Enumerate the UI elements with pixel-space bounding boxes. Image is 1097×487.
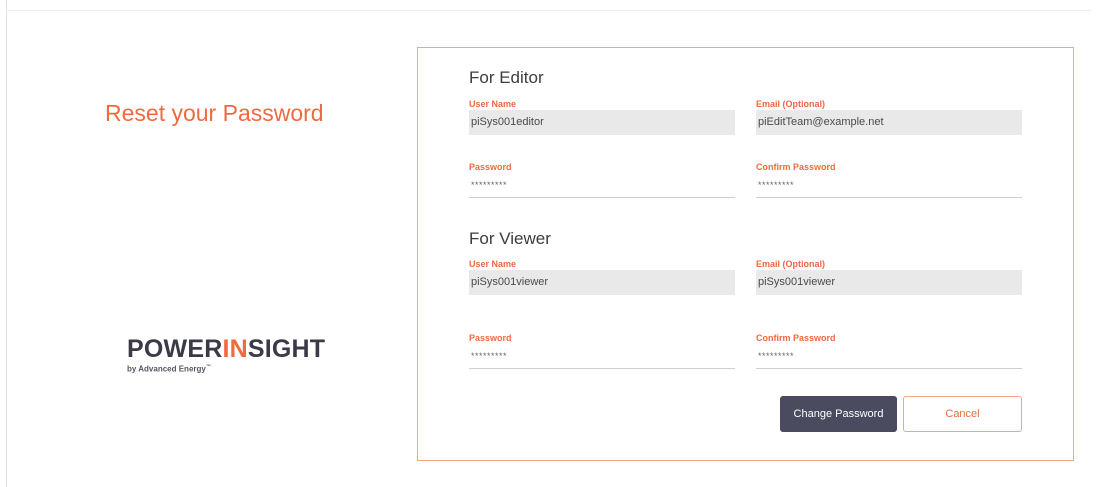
viewer-email-input[interactable]: piSys001viewer <box>756 270 1022 295</box>
editor-section-title: For Editor <box>469 68 544 87</box>
viewer-email-field: Email (Optional) piSys001viewer <box>756 259 1022 295</box>
logo-tagline: by Advanced Energy™ <box>127 364 325 374</box>
logo-tagline-text: by Advanced Energy <box>127 364 206 374</box>
editor-email-field: Email (Optional) piEditTeam@example.net <box>756 99 1022 135</box>
editor-password-field: Password ********* <box>469 162 735 198</box>
logo-part-power: POWER <box>127 335 223 363</box>
trademark-symbol: ™ <box>205 364 211 370</box>
page-frame-left <box>6 0 7 487</box>
viewer-password-field: Password ********* <box>469 333 735 369</box>
viewer-username-label: User Name <box>469 259 517 269</box>
viewer-username-input[interactable]: piSys001viewer <box>469 270 735 295</box>
change-password-button[interactable]: Change Password <box>780 396 897 432</box>
brand-logo: POWERINSIGHT by Advanced Energy™ <box>127 336 325 374</box>
editor-email-label: Email (Optional) <box>756 99 826 109</box>
logo-part-sight: SIGHT <box>247 335 326 363</box>
editor-password-input[interactable]: ********* <box>469 173 735 198</box>
editor-confirm-password-label: Confirm Password <box>756 162 836 172</box>
cancel-button[interactable]: Cancel <box>903 396 1022 432</box>
editor-username-input[interactable]: piSys001editor <box>469 110 735 135</box>
viewer-password-label: Password <box>469 333 512 343</box>
viewer-confirm-password-label: Confirm Password <box>756 333 836 343</box>
logo-part-in: IN <box>222 335 248 363</box>
viewer-confirm-password-field: Confirm Password ********* <box>756 333 1022 369</box>
page-frame-top <box>6 10 1091 11</box>
page-title: Reset your Password <box>105 100 324 126</box>
editor-username-field: User Name piSys001editor <box>469 99 735 135</box>
reset-password-form: For Editor User Name piSys001editor Emai… <box>417 47 1074 461</box>
viewer-confirm-password-input[interactable]: ********* <box>756 344 1022 369</box>
viewer-section-title: For Viewer <box>469 229 551 248</box>
viewer-password-input[interactable]: ********* <box>469 344 735 369</box>
editor-username-label: User Name <box>469 99 517 109</box>
editor-password-label: Password <box>469 162 512 172</box>
editor-confirm-password-field: Confirm Password ********* <box>756 162 1022 198</box>
editor-email-input[interactable]: piEditTeam@example.net <box>756 110 1022 135</box>
viewer-username-field: User Name piSys001viewer <box>469 259 735 295</box>
editor-confirm-password-input[interactable]: ********* <box>756 173 1022 198</box>
logo-wordmark: POWERINSIGHT <box>127 336 325 362</box>
viewer-email-label: Email (Optional) <box>756 259 826 269</box>
